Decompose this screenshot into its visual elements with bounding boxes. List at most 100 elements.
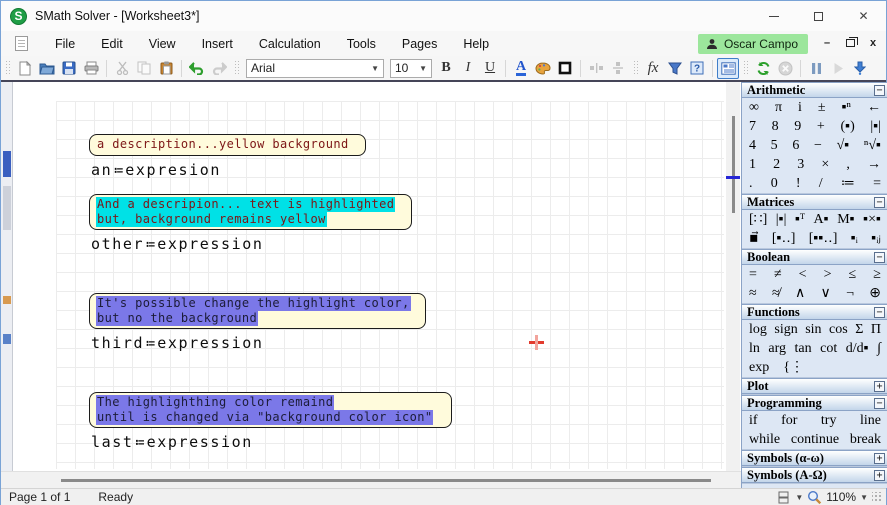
palette-button[interactable]: 9 (794, 118, 801, 135)
collapse-icon[interactable]: − (874, 85, 885, 96)
note-box-purple-highlight[interactable]: It's possible change the highlight color… (89, 293, 426, 329)
note-box-cyan-highlight[interactable]: And a descripion... text is highlighted … (89, 194, 412, 230)
palette-button[interactable]: ▪⃗ (749, 230, 759, 247)
palette-header-boolean[interactable]: Boolean− (742, 249, 887, 265)
palette-button[interactable]: ⁿ√▪ (864, 137, 881, 154)
copy-button[interactable] (133, 58, 155, 79)
recalculate-button[interactable] (752, 58, 774, 79)
palette-button[interactable]: ← (867, 99, 881, 116)
filter-button[interactable] (664, 58, 686, 79)
palette-button[interactable]: > (824, 266, 832, 283)
palette-button[interactable]: {⋮ (783, 359, 804, 376)
palette-button[interactable]: [∷] (749, 211, 767, 228)
palette-button[interactable]: ! (796, 175, 801, 192)
palette-button[interactable]: , (846, 156, 850, 173)
palette-button[interactable]: |▪| (776, 211, 787, 228)
menu-edit[interactable]: Edit (88, 33, 136, 55)
palette-button[interactable]: try (821, 412, 837, 429)
palette-header-symbols-a-ω[interactable]: Symbols (A-Ω)+ (742, 467, 887, 483)
palette-button[interactable]: + (817, 118, 825, 135)
chevron-down-icon[interactable]: ▼ (795, 493, 803, 502)
palette-button[interactable]: ∨ (821, 285, 831, 302)
menu-view[interactable]: View (136, 33, 189, 55)
palette-button[interactable]: ± (818, 99, 826, 116)
collapse-icon[interactable]: − (874, 398, 885, 409)
palette-button[interactable]: ≈ (749, 285, 757, 302)
expand-icon[interactable]: + (874, 470, 885, 481)
mdi-close-button[interactable]: x (866, 36, 880, 50)
palette-button[interactable]: ∞ (749, 99, 759, 116)
palette-button[interactable]: ⊕ (869, 285, 881, 302)
palette-button[interactable]: 8 (772, 118, 779, 135)
border-button[interactable] (554, 58, 576, 79)
resize-grip[interactable] (872, 492, 882, 502)
palette-button[interactable]: M▪ (837, 211, 854, 228)
palette-button[interactable]: π (775, 99, 782, 116)
stop-button[interactable] (774, 58, 796, 79)
palette-button[interactable]: ¬ (846, 285, 854, 302)
collapse-icon[interactable]: − (874, 252, 885, 263)
palette-button[interactable]: ≤ (849, 266, 857, 283)
palette-button[interactable]: arg (768, 340, 786, 357)
palette-button[interactable]: ln (749, 340, 760, 357)
mdi-restore-button[interactable] (843, 36, 857, 50)
palette-button[interactable]: line (860, 412, 881, 429)
italic-button[interactable]: I (457, 58, 479, 79)
palette-button[interactable]: ▪ᵢ (851, 230, 858, 247)
palette-button[interactable]: d/d▪ (846, 340, 869, 357)
math-expression[interactable]: third≔expression (91, 334, 264, 352)
font-color-button[interactable]: A (510, 58, 532, 79)
palette-button[interactable]: i (798, 99, 802, 116)
palette-button[interactable]: break (850, 431, 881, 448)
note-box-yellow[interactable]: a description...yellow background (89, 134, 366, 156)
palette-button[interactable]: √▪ (837, 137, 850, 154)
palette-button[interactable]: = (749, 266, 757, 283)
collapse-icon[interactable]: − (874, 197, 885, 208)
palette-button[interactable]: − (814, 137, 822, 154)
save-button[interactable] (58, 58, 80, 79)
maximize-button[interactable] (796, 1, 841, 31)
palette-button[interactable]: continue (791, 431, 839, 448)
collapsed-panel-strip[interactable] (1, 82, 13, 471)
palette-button[interactable]: if (749, 412, 758, 429)
function-button[interactable]: fx (642, 58, 664, 79)
palette-button[interactable]: 5 (771, 137, 778, 154)
font-size-select[interactable]: 10▼ (390, 59, 432, 78)
horizontal-scrollbar-thumb[interactable] (61, 479, 711, 482)
palette-button[interactable]: A▪ (814, 211, 829, 228)
palette-button[interactable]: while (749, 431, 780, 448)
palette-button[interactable]: ▪×▪ (863, 211, 881, 228)
palette-button[interactable]: exp (749, 359, 769, 376)
palette-button[interactable]: ≔ (841, 175, 855, 192)
palette-button[interactable]: |▪| (870, 118, 881, 135)
open-button[interactable] (36, 58, 58, 79)
palette-button[interactable]: . (749, 175, 753, 192)
note-box-purple-highlight[interactable]: The highlighthing color remaind until is… (89, 392, 452, 428)
palette-button[interactable]: ≠ (774, 266, 782, 283)
palette-button[interactable]: 1 (749, 156, 756, 173)
user-account-button[interactable]: Oscar Campo (698, 34, 808, 54)
worksheet-canvas[interactable]: a description...yellow background an≔exp… (1, 82, 741, 471)
menu-insert[interactable]: Insert (189, 33, 246, 55)
close-button[interactable]: ✕ (841, 1, 886, 31)
page-layout-icon[interactable] (777, 491, 791, 504)
palette-button[interactable]: 2 (773, 156, 780, 173)
mdi-minimize-button[interactable]: – (820, 36, 834, 50)
horizontal-scrollbar[interactable] (1, 471, 741, 488)
collapse-icon[interactable]: − (874, 307, 885, 318)
palette-button[interactable]: Π (871, 321, 881, 338)
palette-header-arithmetic[interactable]: Arithmetic− (742, 82, 887, 98)
minimize-button[interactable] (751, 1, 796, 31)
expand-icon[interactable]: + (874, 381, 885, 392)
redo-button[interactable] (208, 58, 230, 79)
palette-button[interactable]: sin (805, 321, 821, 338)
palette-header-programming[interactable]: Programming− (742, 395, 887, 411)
palette-button[interactable]: tan (795, 340, 812, 357)
menu-file[interactable]: File (42, 33, 88, 55)
palette-header-plot[interactable]: Plot+ (742, 378, 887, 394)
palette-button[interactable]: / (819, 175, 823, 192)
palette-button[interactable]: ∫ (877, 340, 881, 357)
cut-button[interactable] (111, 58, 133, 79)
step-button[interactable] (849, 58, 871, 79)
menu-calculation[interactable]: Calculation (246, 33, 334, 55)
